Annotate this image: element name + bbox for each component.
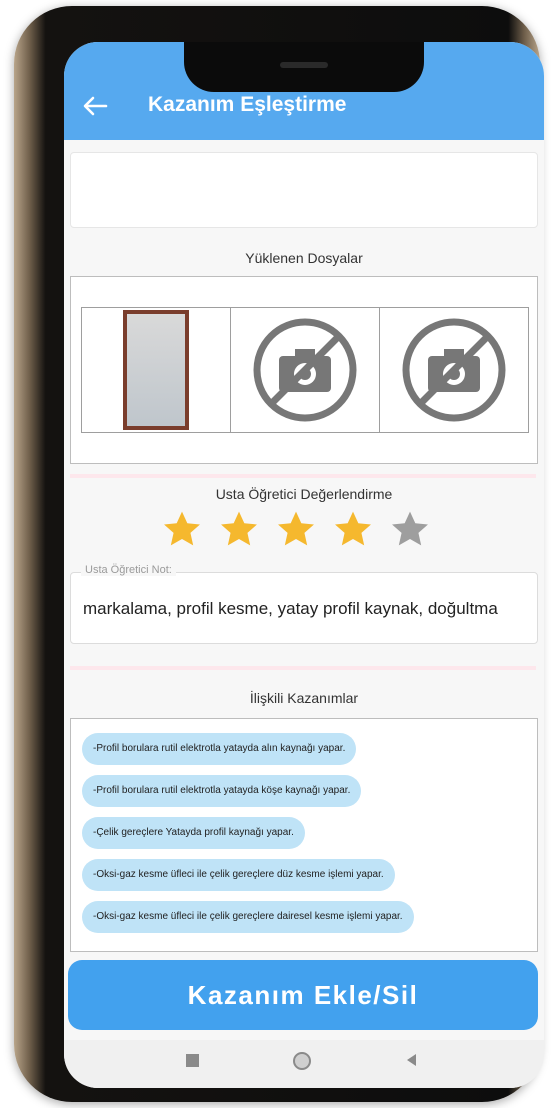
no-camera-icon	[402, 318, 506, 422]
section-divider	[70, 474, 536, 478]
page-title: Kazanım Eşleştirme	[148, 93, 347, 116]
uploaded-files-panel	[70, 276, 538, 464]
back-triangle-icon[interactable]	[404, 1052, 418, 1068]
outcome-chip[interactable]: -Oksi-gaz kesme üfleci ile çelik gereçle…	[82, 901, 414, 933]
note-value: markalama, profil kesme, yatay profil ka…	[83, 599, 498, 618]
no-camera-icon	[253, 318, 357, 422]
star-rating[interactable]	[160, 508, 432, 552]
system-nav-bar	[64, 1040, 544, 1088]
outcome-chip[interactable]: -Oksi-gaz kesme üfleci ile çelik gereçle…	[82, 859, 395, 891]
outcome-chip[interactable]: -Profil borulara rutil elektrotla yatayd…	[82, 775, 362, 807]
section-divider	[70, 666, 536, 670]
top-card	[70, 152, 538, 228]
star-filled-icon[interactable]	[331, 508, 375, 552]
files-row	[81, 307, 529, 433]
speaker-icon	[280, 62, 328, 68]
outcome-chip[interactable]: -Çelik gereçlere Yatayda profil kaynağı …	[82, 817, 305, 849]
star-filled-icon[interactable]	[217, 508, 261, 552]
star-empty-icon[interactable]	[388, 508, 432, 552]
note-label: Usta Öğretici Not:	[81, 564, 176, 576]
outcome-chip[interactable]: -Profil borulara rutil elektrotla yatayd…	[82, 733, 357, 765]
rating-label: Usta Öğretici Değerlendirme	[215, 486, 393, 502]
file-item-empty[interactable]	[231, 308, 380, 432]
phone-frame: Kazanım Eşleştirme Yüklenen Dosyalar Ust…	[14, 6, 544, 1102]
document-thumbnail	[123, 310, 189, 430]
notch	[184, 42, 424, 92]
note-field[interactable]: Usta Öğretici Not: markalama, profil kes…	[70, 564, 538, 644]
phone-screen: Kazanım Eşleştirme Yüklenen Dosyalar Ust…	[64, 42, 544, 1088]
star-filled-icon[interactable]	[274, 508, 318, 552]
recents-square-icon[interactable]	[186, 1054, 199, 1067]
star-filled-icon[interactable]	[160, 508, 204, 552]
related-label: İlişkili Kazanımlar	[249, 690, 359, 706]
file-item-document[interactable]	[82, 308, 231, 432]
arrow-left-icon[interactable]	[82, 96, 108, 116]
file-item-empty[interactable]	[380, 308, 528, 432]
home-circle-icon[interactable]	[292, 1051, 312, 1071]
add-remove-outcome-button[interactable]: Kazanım Ekle/Sil	[68, 960, 538, 1030]
related-outcomes-panel: -Profil borulara rutil elektrotla yatayd…	[70, 718, 538, 952]
uploaded-files-label: Yüklenen Dosyalar	[245, 250, 363, 266]
